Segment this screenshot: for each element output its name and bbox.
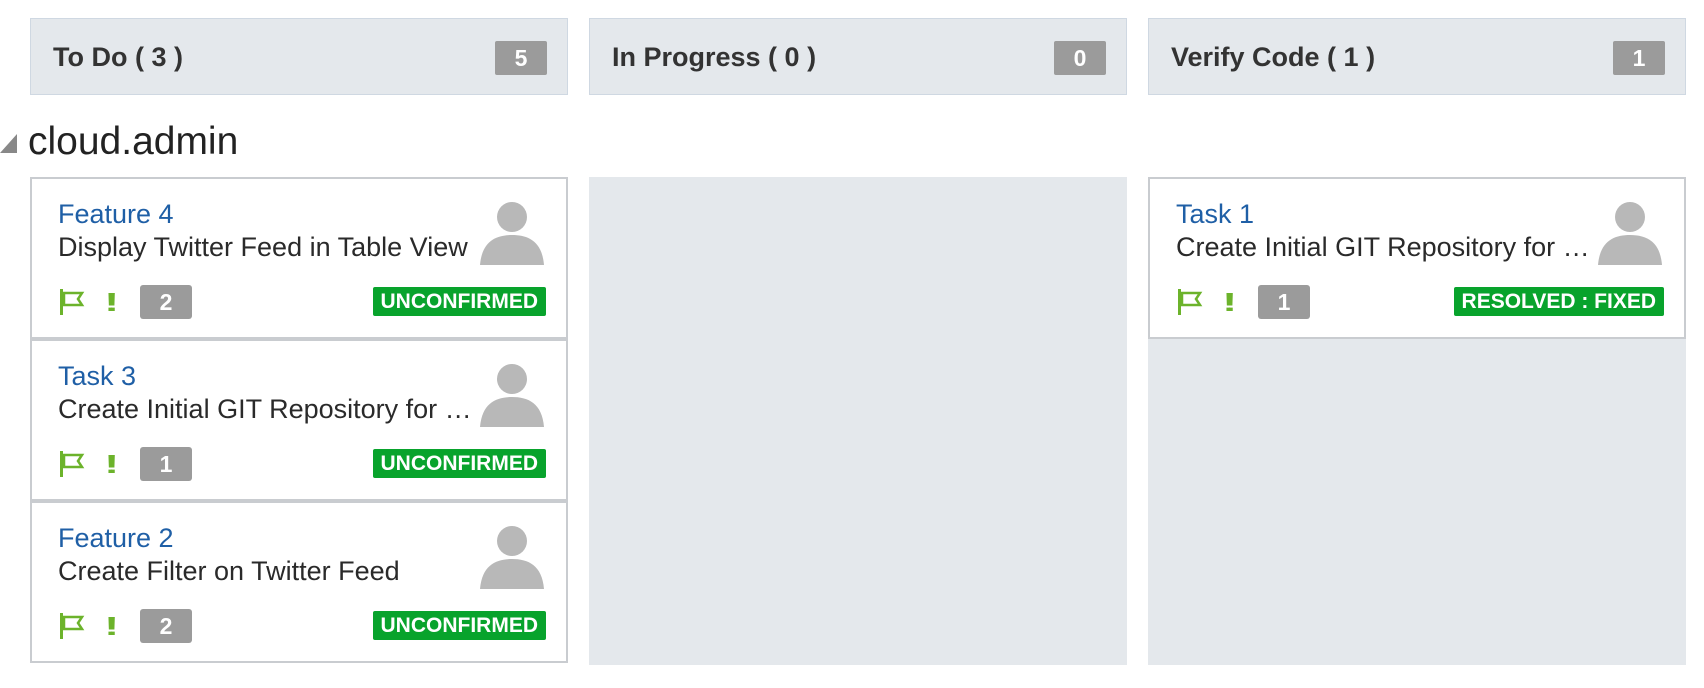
flag-icon[interactable] [58, 449, 86, 479]
column-title: To Do ( 3 ) [53, 42, 183, 72]
task-card[interactable]: Feature 2 Create Filter on Twitter Feed … [30, 501, 568, 663]
status-badge: UNCONFIRMED [372, 287, 546, 316]
column-title: Verify Code ( 1 ) [1171, 42, 1376, 72]
flag-icon[interactable] [58, 287, 86, 317]
task-card[interactable]: Feature 4 Display Twitter Feed in Table … [30, 177, 568, 339]
status-badge: UNCONFIRMED [372, 449, 546, 478]
swimlane-group-name: cloud.admin [28, 120, 239, 163]
card-title-link[interactable]: Feature 2 [58, 523, 174, 554]
user-avatar-icon[interactable] [478, 521, 546, 589]
status-badge: UNCONFIRMED [372, 611, 546, 640]
collapse-triangle-icon[interactable] [0, 134, 17, 153]
card-count-badge: 1 [140, 447, 192, 481]
user-avatar-icon[interactable] [1596, 197, 1664, 265]
column-header-in-progress[interactable]: In Progress ( 0 ) 0 [589, 18, 1127, 95]
column-header-todo[interactable]: To Do ( 3 ) 5 [30, 18, 568, 95]
swimlane-group: cloud.admin [0, 118, 400, 168]
priority-icon: !! [106, 611, 118, 641]
status-badge: RESOLVED : FIXED [1453, 287, 1664, 316]
priority-icon: !! [106, 287, 118, 317]
task-card[interactable]: Task 3 Create Initial GIT Repository for… [30, 339, 568, 501]
card-title-link[interactable]: Feature 4 [58, 199, 174, 230]
card-title-link[interactable]: Task 1 [1176, 199, 1254, 230]
card-description: Display Twitter Feed in Table View [58, 232, 468, 262]
column-count-badge: 5 [495, 41, 547, 75]
priority-icon: !! [1224, 287, 1236, 317]
card-description: Create Initial GIT Repository for Mobile… [58, 394, 476, 424]
user-avatar-icon[interactable] [478, 197, 546, 265]
card-count-badge: 1 [1258, 285, 1310, 319]
flag-icon[interactable] [1176, 287, 1204, 317]
card-title-link[interactable]: Task 3 [58, 361, 136, 392]
column-header-verify-code[interactable]: Verify Code ( 1 ) 1 [1148, 18, 1686, 95]
user-avatar-icon[interactable] [478, 359, 546, 427]
lane-todo: Feature 4 Display Twitter Feed in Table … [30, 177, 568, 665]
lane-verify-code: Task 1 Create Initial GIT Repository for… [1148, 177, 1686, 665]
flag-icon[interactable] [58, 611, 86, 641]
card-description: Create Initial GIT Repository for Web Ap… [1176, 232, 1594, 262]
column-count-badge: 0 [1054, 41, 1106, 75]
column-title: In Progress ( 0 ) [612, 42, 817, 72]
card-count-badge: 2 [140, 609, 192, 643]
priority-icon: !! [106, 449, 118, 479]
card-description: Create Filter on Twitter Feed [58, 556, 400, 586]
card-count-badge: 2 [140, 285, 192, 319]
task-card[interactable]: Task 1 Create Initial GIT Repository for… [1148, 177, 1686, 339]
lane-in-progress[interactable] [589, 177, 1127, 665]
column-count-badge: 1 [1613, 41, 1665, 75]
